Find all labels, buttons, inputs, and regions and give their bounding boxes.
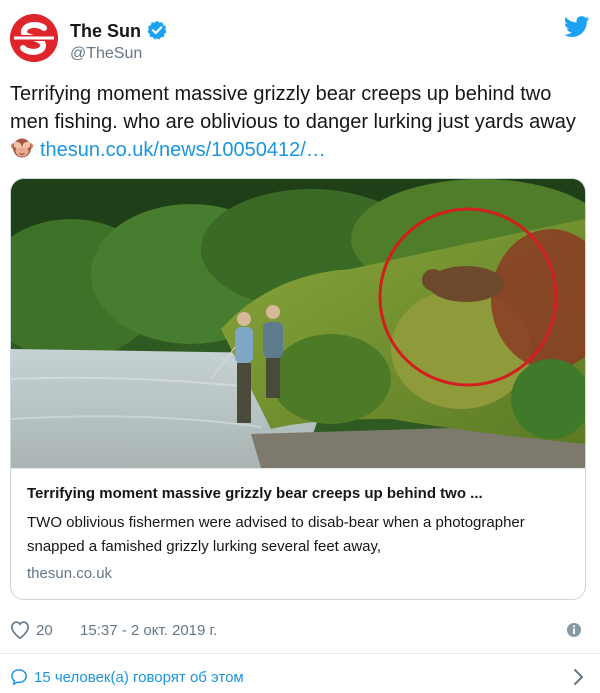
tweet-header: The Sun @TheSun [10,14,590,66]
chevron-right-icon[interactable] [572,668,584,690]
account-name-text[interactable]: The Sun [70,21,141,41]
conversation-footer[interactable]: 15 человек(а) говорят об этом [10,666,590,690]
card-image[interactable] [11,179,585,468]
heart-icon[interactable] [10,621,30,643]
timestamp[interactable]: 15:37 - 2 окт. 2019 г. [80,622,217,639]
link-card[interactable]: Terrifying moment massive grizzly bear c… [10,178,586,600]
info-icon[interactable] [566,622,582,642]
card-description: TWO oblivious fishermen were advised to … [27,514,525,555]
conversation-link[interactable]: 15 человек(а) говорят об этом [34,669,244,686]
tweet-text: Terrifying moment massive grizzly bear c… [10,80,590,168]
the-sun-logo-avatar[interactable] [10,14,58,62]
card-domain: thesun.co.uk [27,565,113,582]
tweet-meta: 20 15:37 - 2 окт. 2019 г. [10,620,590,642]
card-title[interactable]: Terrifying moment massive grizzly bear c… [27,485,577,502]
card-body[interactable]: Terrifying moment massive grizzly bear c… [11,468,585,599]
see-no-evil-monkey-icon [10,136,34,168]
like-count[interactable]: 20 [36,622,53,639]
twitter-bird-icon[interactable] [563,16,590,43]
account-handle[interactable]: @TheSun [70,45,142,63]
tweet-body: Terrifying moment massive grizzly bear c… [10,83,576,133]
divider [0,653,600,654]
tweet-link[interactable]: thesun.co.uk/news/10050412/… [40,139,326,161]
account-name[interactable]: The Sun [70,20,167,45]
verified-badge-icon [147,20,167,45]
comment-bubble-icon [10,668,28,690]
